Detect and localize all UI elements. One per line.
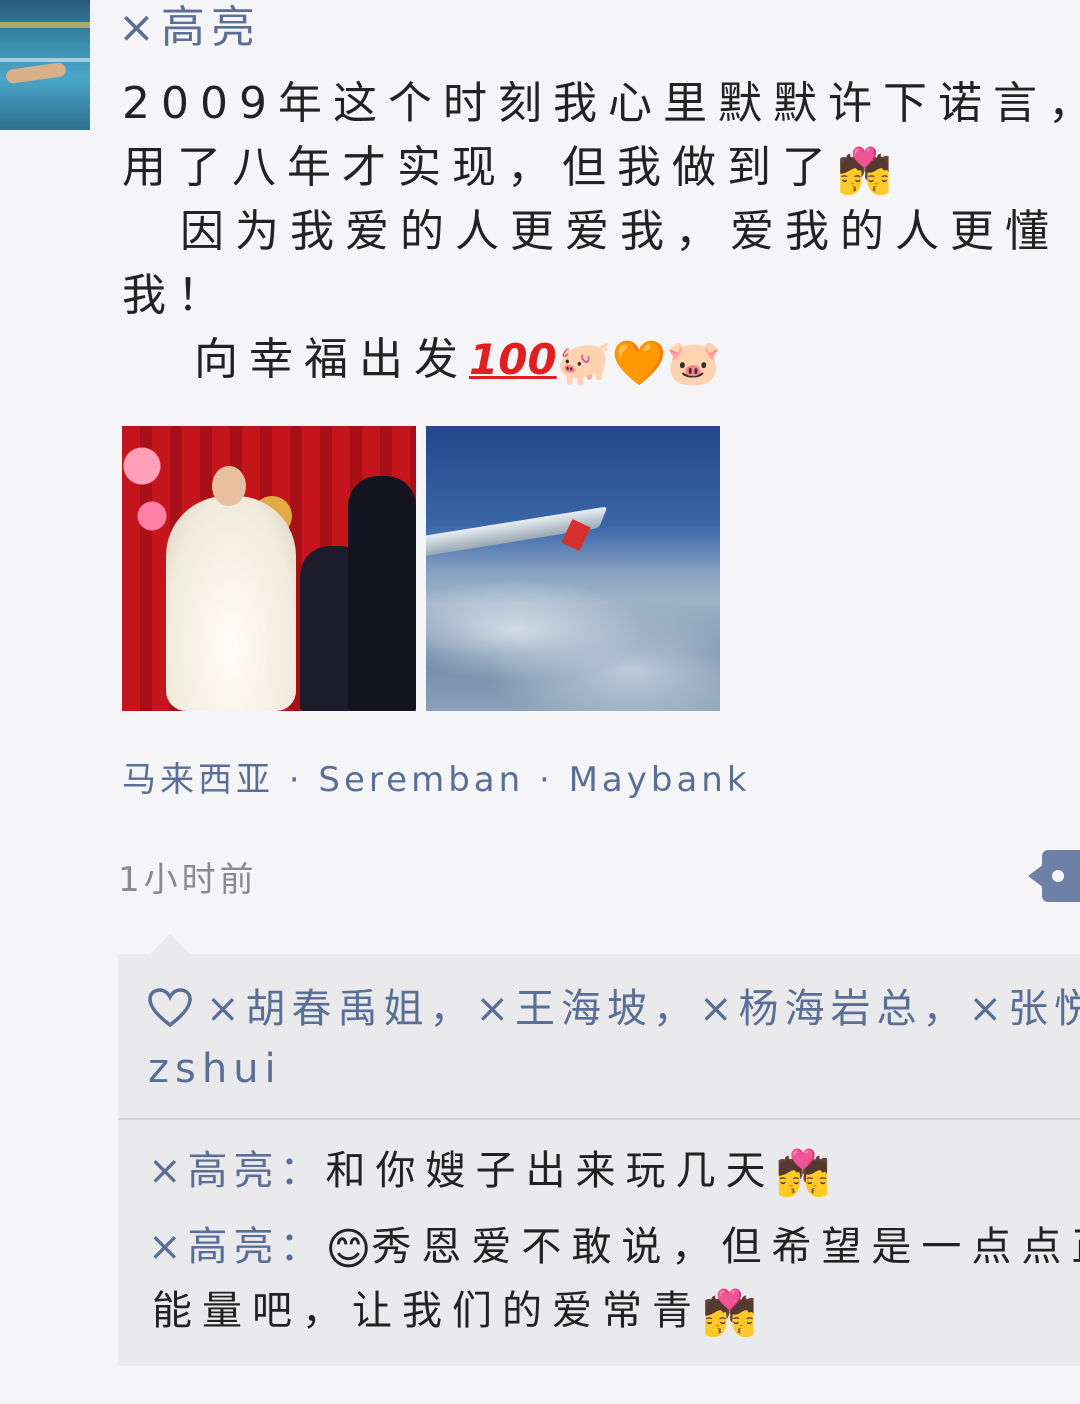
comment-2-text-2: 能量吧，让我们的爱常青: [152, 1288, 702, 1334]
comment-2-continued: 能量吧，让我们的爱常青💏: [152, 1280, 757, 1345]
post-line-3: 因为我爱的人更爱我，爱我的人更懂: [180, 206, 1060, 257]
photo-host: [348, 476, 416, 711]
hundred-points-icon: 100: [469, 335, 557, 384]
photo-flowers: [122, 426, 172, 546]
orange-heart-icon: 🧡: [611, 338, 667, 389]
likers-line-2[interactable]: zshui: [148, 1042, 1078, 1096]
panel-divider: [118, 1118, 1080, 1120]
photo-bride: [166, 496, 296, 711]
likes-list: ×胡春禹姐，×王海坡，×杨海岩总，×张悦， zshui: [148, 982, 1080, 1096]
pig-face-icon: 🐷: [666, 338, 722, 389]
avatar-swimmer: [5, 61, 67, 85]
photo-clouds: [426, 576, 720, 711]
panel-notch: [148, 934, 192, 956]
comment-like-menu-button[interactable]: [1028, 850, 1080, 902]
comment-1-author[interactable]: ×高亮：: [148, 1148, 326, 1194]
author-name[interactable]: ×高亮: [118, 0, 261, 56]
avatar-water: [0, 58, 90, 62]
post-time: 1小时前: [118, 860, 258, 900]
more-dots-icon: [1052, 870, 1064, 882]
pig-icon: 🐖: [556, 338, 612, 389]
location-link[interactable]: 马来西亚 · Seremban · Maybank: [122, 752, 751, 801]
heart-icon: [148, 988, 192, 1042]
post-line-1: 2009年这个时刻我心里默默许下诺言，虽然: [122, 78, 1080, 129]
comment-1-text: 和你嫂子出来玩几天: [325, 1148, 776, 1194]
kiss-emoji-icon: 💏: [702, 1288, 757, 1339]
airplane-sky-photo[interactable]: [426, 426, 720, 711]
interaction-panel: ×胡春禹姐，×王海坡，×杨海岩总，×张悦， zshui ×高亮：和你嫂子出来玩几…: [118, 954, 1080, 1366]
comment-1[interactable]: ×高亮：和你嫂子出来玩几天💏: [148, 1140, 830, 1205]
post-line-2-text: 用了八年才实现，但我做到了: [122, 142, 837, 193]
comment-2[interactable]: ×高亮：😊秀恩爱不敢说，但希望是一点点正: [148, 1216, 1080, 1281]
post-line-4: 我！: [122, 270, 232, 321]
smile-icon: 😊: [325, 1224, 372, 1275]
post-line-2: 用了八年才实现，但我做到了💏: [122, 136, 1080, 200]
comment-2-text: 秀恩爱不敢说，但希望是一点点正: [371, 1224, 1080, 1270]
comment-2-author[interactable]: ×高亮：: [148, 1224, 326, 1270]
likers-line-1[interactable]: ×胡春禹姐，×王海坡，×杨海岩总，×张悦，: [206, 986, 1080, 1032]
kiss-emoji-icon: 💏: [775, 1148, 831, 1199]
moment-post: ×高亮 2009年这个时刻我心里默默许下诺言，虽然 用了八年才实现，但我做到了💏…: [0, 0, 1080, 1404]
author-avatar[interactable]: [0, 0, 90, 130]
post-line-5-text: 向幸福出发: [194, 334, 469, 385]
post-line-5: 向幸福出发100🐖🧡🐷: [122, 328, 1080, 392]
kiss-emoji-icon: 💏: [837, 146, 892, 197]
wedding-photo[interactable]: [122, 426, 416, 711]
post-text: 2009年这个时刻我心里默默许下诺言，虽然 用了八年才实现，但我做到了💏 因为我…: [122, 72, 1080, 392]
avatar-lane: [0, 22, 90, 28]
photo-bride-head: [212, 466, 246, 506]
likes-row-1: ×胡春禹姐，×王海坡，×杨海岩总，×张悦，: [148, 982, 1080, 1042]
